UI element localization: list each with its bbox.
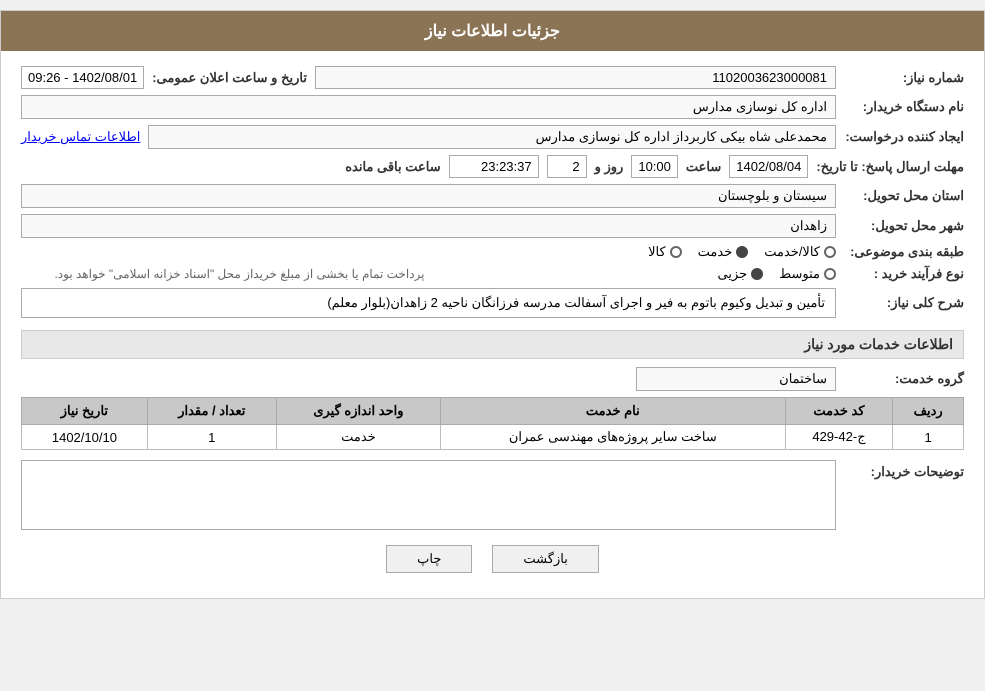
description-value: تأمین و تبدیل وکیوم باتوم به فیر و اجرای…: [21, 288, 836, 318]
back-button[interactable]: بازگشت: [492, 545, 598, 573]
category-kala-khadamat-label: کالا/خدمت: [764, 244, 820, 260]
remaining-value: 23:23:37: [449, 155, 539, 178]
process-jozi-option: جزیی: [717, 266, 763, 282]
response-date-value: 1402/08/04: [729, 155, 808, 178]
page-header: جزئیات اطلاعات نیاز: [1, 11, 984, 51]
category-row: طبقه بندی موضوعی: کالا/خدمت خدمت کالا: [21, 244, 964, 260]
response-days-value: 2: [547, 155, 587, 178]
process-jozi-label: جزیی: [717, 266, 747, 282]
creator-row: ایجاد کننده درخواست: محمدعلی شاه بیکی کا…: [21, 125, 964, 149]
col-unit: واحد اندازه گیری: [276, 398, 440, 425]
city-label: شهر محل تحویل:: [844, 218, 964, 234]
description-label: شرح کلی نیاز:: [844, 295, 964, 311]
city-value: زاهدان: [21, 214, 836, 238]
service-group-row: گروه خدمت: ساختمان: [21, 367, 964, 391]
province-value: سیستان و بلوچستان: [21, 184, 836, 208]
announcement-date-label: تاریخ و ساعت اعلان عمومی:: [152, 70, 307, 86]
service-group-label: گروه خدمت:: [844, 371, 964, 387]
table-cell: 1: [893, 425, 964, 450]
buyer-org-row: نام دستگاه خریدار: اداره کل نوسازی مدارس: [21, 95, 964, 119]
col-name: نام خدمت: [441, 398, 786, 425]
buyer-org-value: اداره کل نوسازی مدارس: [21, 95, 836, 119]
response-days-label: روز و: [595, 159, 624, 175]
response-deadline-label: مهلت ارسال پاسخ: تا تاریخ:: [816, 159, 964, 175]
table-cell: ساخت سایر پروژه‌های مهندسی عمران: [441, 425, 786, 450]
response-time-value: 10:00: [631, 155, 678, 178]
category-kala-option: کالا: [648, 244, 682, 260]
process-motavaset-label: متوسط: [779, 266, 820, 282]
table-cell: 1: [147, 425, 276, 450]
need-number-label: شماره نیاز:: [844, 70, 964, 86]
need-number-value: 1102003623000081: [315, 66, 836, 89]
process-row: نوع فرآیند خرید : متوسط جزیی پرداخت تمام…: [21, 266, 964, 282]
creator-label: ایجاد کننده درخواست:: [844, 129, 964, 145]
category-khadamat-radio[interactable]: [736, 246, 748, 258]
table-cell: خدمت: [276, 425, 440, 450]
services-table: ردیف کد خدمت نام خدمت واحد اندازه گیری ت…: [21, 397, 964, 450]
category-label: طبقه بندی موضوعی:: [844, 244, 964, 260]
table-cell: ج-42-429: [785, 425, 893, 450]
table-row: 1ج-42-429ساخت سایر پروژه‌های مهندسی عمرا…: [22, 425, 964, 450]
col-radif: ردیف: [893, 398, 964, 425]
remaining-label: ساعت باقی مانده: [345, 159, 440, 175]
print-button[interactable]: چاپ: [386, 545, 472, 573]
category-khadamat-option: خدمت: [698, 244, 749, 260]
process-motavaset-option: متوسط: [779, 266, 836, 282]
city-row: شهر محل تحویل: زاهدان: [21, 214, 964, 238]
table-cell: 1402/10/10: [22, 425, 148, 450]
process-radio-group: متوسط جزیی: [433, 266, 837, 282]
category-khadamat-label: خدمت: [698, 244, 733, 260]
description-row: شرح کلی نیاز: تأمین و تبدیل وکیوم باتوم …: [21, 288, 964, 318]
col-qty: تعداد / مقدار: [147, 398, 276, 425]
category-kala-khadamat-radio[interactable]: [824, 246, 836, 258]
process-description: پرداخت تمام یا بخشی از مبلغ خریداز محل "…: [21, 267, 425, 281]
page-title: جزئیات اطلاعات نیاز: [425, 23, 560, 40]
province-row: استان محل تحویل: سیستان و بلوچستان: [21, 184, 964, 208]
buyer-notes-row: توضیحات خریدار:: [21, 460, 964, 530]
service-group-value: ساختمان: [636, 367, 836, 391]
col-code: کد خدمت: [785, 398, 893, 425]
province-label: استان محل تحویل:: [844, 188, 964, 204]
contact-info-link[interactable]: اطلاعات تماس خریدار: [21, 129, 140, 145]
response-time-label: ساعت: [686, 159, 721, 175]
category-radio-group: کالا/خدمت خدمت کالا: [21, 244, 836, 260]
buyer-notes-textarea[interactable]: [21, 460, 836, 530]
need-number-row: شماره نیاز: 1102003623000081 تاریخ و ساع…: [21, 66, 964, 89]
response-deadline-row: مهلت ارسال پاسخ: تا تاریخ: 1402/08/04 سا…: [21, 155, 964, 178]
process-motavaset-radio[interactable]: [824, 268, 836, 280]
category-kala-khadamat-option: کالا/خدمت: [764, 244, 836, 260]
table-header-row: ردیف کد خدمت نام خدمت واحد اندازه گیری ت…: [22, 398, 964, 425]
process-label: نوع فرآیند خرید :: [844, 266, 964, 282]
category-kala-label: کالا: [648, 244, 666, 260]
creator-value: محمدعلی شاه بیکی کاربرداز اداره کل نوساز…: [148, 125, 836, 149]
category-kala-radio[interactable]: [670, 246, 682, 258]
buttons-row: بازگشت چاپ: [21, 545, 964, 573]
services-section-header: اطلاعات خدمات مورد نیاز: [21, 330, 964, 359]
buyer-notes-label: توضیحات خریدار:: [844, 460, 964, 480]
process-jozi-radio[interactable]: [751, 268, 763, 280]
announcement-date-value: 1402/08/01 - 09:26: [21, 66, 144, 89]
buyer-org-label: نام دستگاه خریدار:: [844, 99, 964, 115]
col-date: تاریخ نیاز: [22, 398, 148, 425]
